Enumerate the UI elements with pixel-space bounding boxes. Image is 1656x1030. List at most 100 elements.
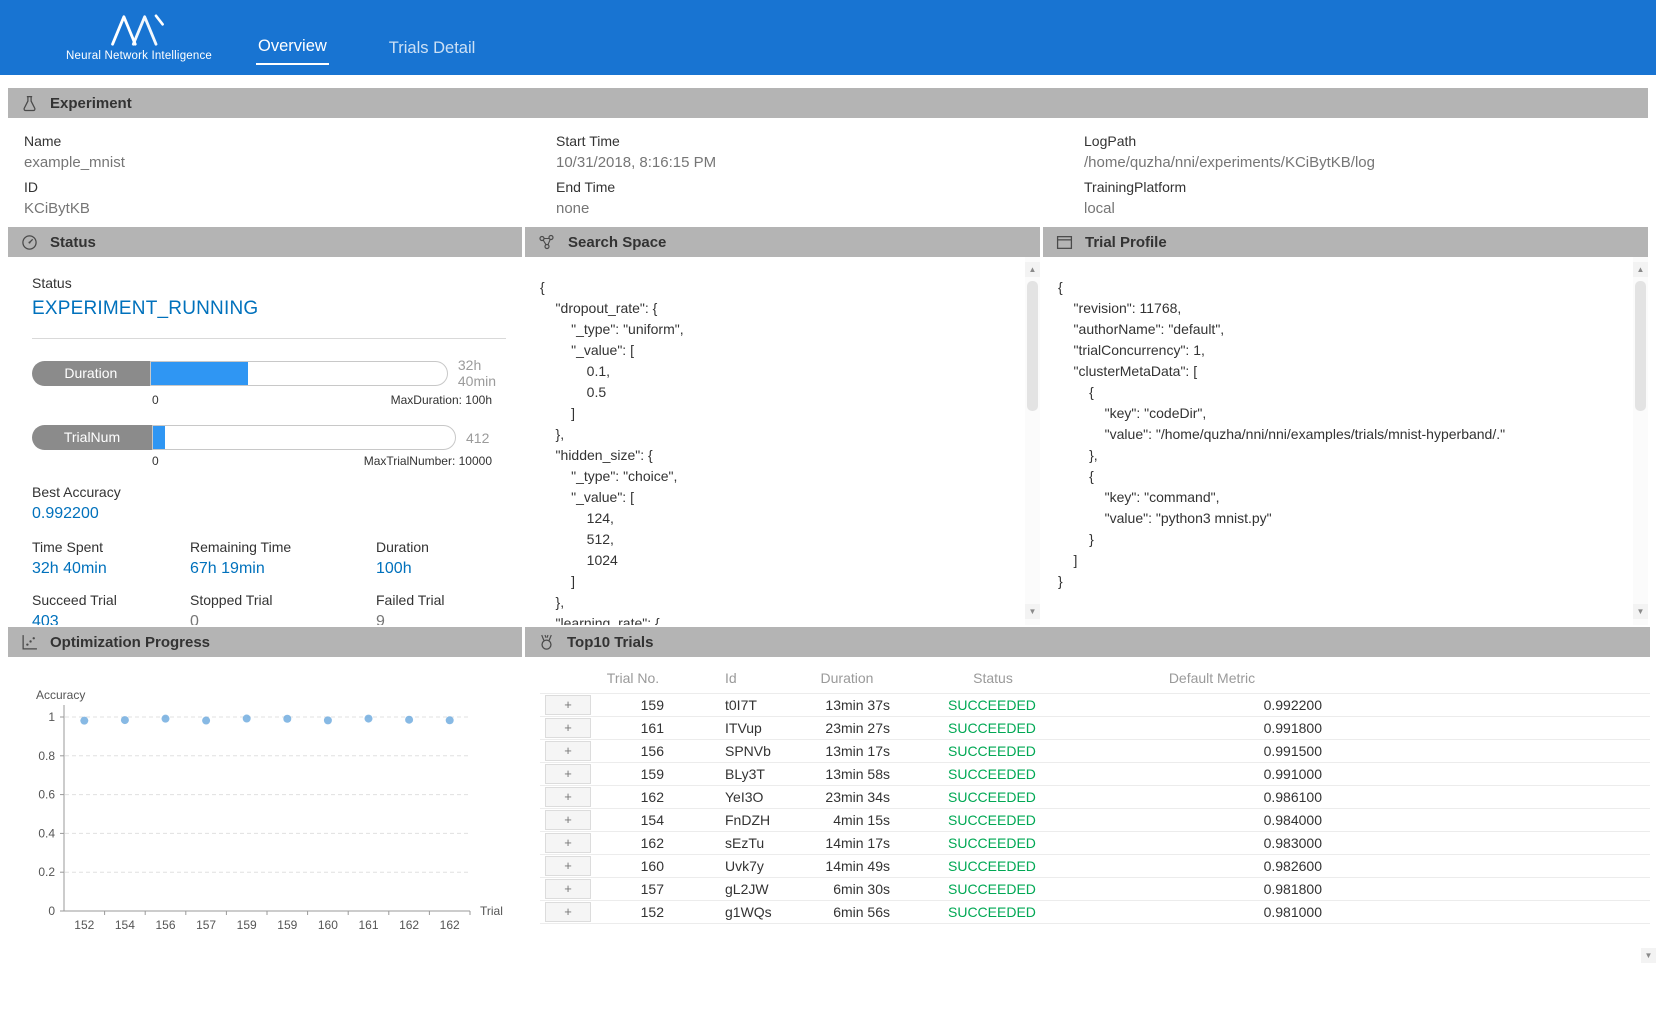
cell-id: sEzTu	[670, 831, 800, 854]
cell-expand: +	[540, 716, 596, 739]
table-row: +154FnDZH4min 15sSUCCEEDED0.984000	[540, 808, 1650, 831]
status-body: Status EXPERIMENT_RUNNING Duration32h 40…	[8, 257, 522, 625]
cell-status: SUCCEEDED	[894, 785, 1092, 808]
cell-filler	[1332, 808, 1650, 831]
trial-profile-json: { "revision": 11768, "authorName": "defa…	[1043, 257, 1648, 592]
cell-duration: 23min 27s	[800, 716, 894, 739]
expand-row-button[interactable]: +	[545, 695, 591, 715]
stat-succeed-trial: Succeed Trial403	[32, 592, 190, 625]
svg-text:159: 159	[237, 918, 257, 932]
scroll-thumb[interactable]	[1635, 281, 1646, 411]
search-space-icon	[538, 234, 556, 251]
stat-time-spent: Time Spent32h 40min	[32, 539, 190, 578]
cell-default-metric: 0.991800	[1092, 716, 1332, 739]
field-value: KCiBytKB	[24, 200, 556, 217]
trial-profile-header: Trial Profile	[1043, 227, 1648, 257]
svg-text:0.4: 0.4	[38, 826, 55, 840]
scroll-down-icon[interactable]: ▼	[1025, 604, 1040, 619]
trial-profile-body: { "revision": 11768, "authorName": "defa…	[1043, 257, 1648, 625]
cell-expand: +	[540, 785, 596, 808]
optimization-title: Optimization Progress	[50, 634, 210, 651]
brand-text: Neural Network Intelligence	[66, 50, 212, 62]
status-label: Status	[32, 275, 522, 291]
experiment-column: Nameexample_mnistIDKCiBytKB	[24, 133, 556, 217]
cell-trial-no: 159	[596, 762, 670, 785]
progress-bar-value: 412	[466, 430, 489, 446]
svg-text:Accuracy: Accuracy	[36, 688, 85, 702]
experiment-fields: Nameexample_mnistIDKCiBytKBStart Time10/…	[8, 118, 1648, 227]
scroll-thumb[interactable]	[1027, 281, 1038, 411]
field-label: Start Time	[556, 133, 1084, 149]
cell-default-metric: 0.992200	[1092, 693, 1332, 716]
expand-row-button[interactable]: +	[545, 718, 591, 738]
scroll-down-icon[interactable]: ▼	[1633, 604, 1648, 619]
header-trial-no-: Trial No.	[596, 663, 670, 693]
cell-trial-no: 161	[596, 716, 670, 739]
optimization-chart: 00.20.40.60.8115215415615715915916016116…	[22, 683, 522, 935]
cell-trial-no: 159	[596, 693, 670, 716]
cell-expand: +	[540, 900, 596, 923]
cell-status: SUCCEEDED	[894, 693, 1092, 716]
header-filler	[1332, 663, 1650, 693]
stat-stopped-trial: Stopped Trial0	[190, 592, 376, 625]
trials-header-row: Trial No.IdDurationStatusDefault Metric	[540, 663, 1650, 693]
expand-row-button[interactable]: +	[545, 879, 591, 899]
cell-status: SUCCEEDED	[894, 900, 1092, 923]
best-accuracy-label: Best Accuracy	[32, 484, 522, 500]
svg-text:Trial: Trial	[480, 904, 503, 918]
status-gauge-icon	[21, 234, 38, 251]
cell-duration: 4min 15s	[800, 808, 894, 831]
trial-profile-scrollbar[interactable]: ▲ ▼	[1633, 257, 1648, 625]
expand-row-button[interactable]: +	[545, 764, 591, 784]
cell-status: SUCCEEDED	[894, 762, 1092, 785]
cell-filler	[1332, 900, 1650, 923]
expand-row-button[interactable]: +	[545, 810, 591, 830]
progress-bar-row: TrialNum412	[32, 425, 522, 450]
svg-text:162: 162	[440, 918, 460, 932]
search-space-scrollbar[interactable]: ▲ ▼	[1025, 257, 1040, 625]
scroll-up-icon[interactable]: ▲	[1025, 262, 1040, 277]
search-space-json: { "dropout_rate": { "_type": "uniform", …	[525, 257, 1040, 625]
progress-bar-fill	[151, 362, 249, 385]
svg-text:0: 0	[48, 904, 55, 918]
cell-id: ITVup	[670, 716, 800, 739]
search-space-body: { "dropout_rate": { "_type": "uniform", …	[525, 257, 1040, 625]
header-status: Status	[894, 663, 1092, 693]
expand-row-button[interactable]: +	[545, 741, 591, 761]
status-header: Status	[8, 227, 522, 257]
cell-expand: +	[540, 739, 596, 762]
progress-bar-max: MaxTrialNumber: 10000	[364, 454, 492, 468]
header-id: Id	[670, 663, 800, 693]
progress-bar-max: MaxDuration: 100h	[391, 393, 492, 407]
tab-trials-detail[interactable]: Trials Detail	[387, 39, 478, 65]
stat-label: Duration	[376, 539, 522, 555]
cell-status: SUCCEEDED	[894, 739, 1092, 762]
status-value: EXPERIMENT_RUNNING	[32, 298, 522, 320]
expand-row-button[interactable]: +	[545, 787, 591, 807]
progress-bar-minmax: 0 MaxDuration: 100h	[152, 393, 492, 407]
scatter-chart-icon	[21, 634, 38, 651]
cell-filler	[1332, 785, 1650, 808]
progress-bar-min: 0	[152, 393, 159, 407]
expand-row-button[interactable]: +	[545, 833, 591, 853]
expand-row-button[interactable]: +	[545, 856, 591, 876]
nav-tabs: Overview Trials Detail	[256, 0, 477, 75]
status-stats: Time Spent32h 40minRemaining Time67h 19m…	[32, 525, 522, 625]
scroll-up-icon[interactable]: ▲	[1633, 262, 1648, 277]
field-value: /home/quzha/nni/experiments/KCiBytKB/log	[1084, 154, 1648, 171]
expand-row-button[interactable]: +	[545, 902, 591, 922]
stat-value: 67h 19min	[190, 560, 376, 578]
cell-expand: +	[540, 762, 596, 785]
cell-filler	[1332, 854, 1650, 877]
cell-trial-no: 152	[596, 900, 670, 923]
table-row: +161ITVup23min 27sSUCCEEDED0.991800	[540, 716, 1650, 739]
table-row: +160Uvk7y14min 49sSUCCEEDED0.982600	[540, 854, 1650, 877]
cell-default-metric: 0.981000	[1092, 900, 1332, 923]
cell-id: g1WQs	[670, 900, 800, 923]
page-scrollbar-down-icon[interactable]: ▼	[1641, 948, 1656, 963]
cell-filler	[1332, 877, 1650, 900]
page: Experiment Nameexample_mnistIDKCiBytKBSt…	[0, 75, 1656, 969]
tab-overview[interactable]: Overview	[256, 37, 329, 65]
trial-profile-icon	[1056, 234, 1073, 251]
middle-row: Status Status EXPERIMENT_RUNNING Duratio…	[8, 227, 1648, 625]
